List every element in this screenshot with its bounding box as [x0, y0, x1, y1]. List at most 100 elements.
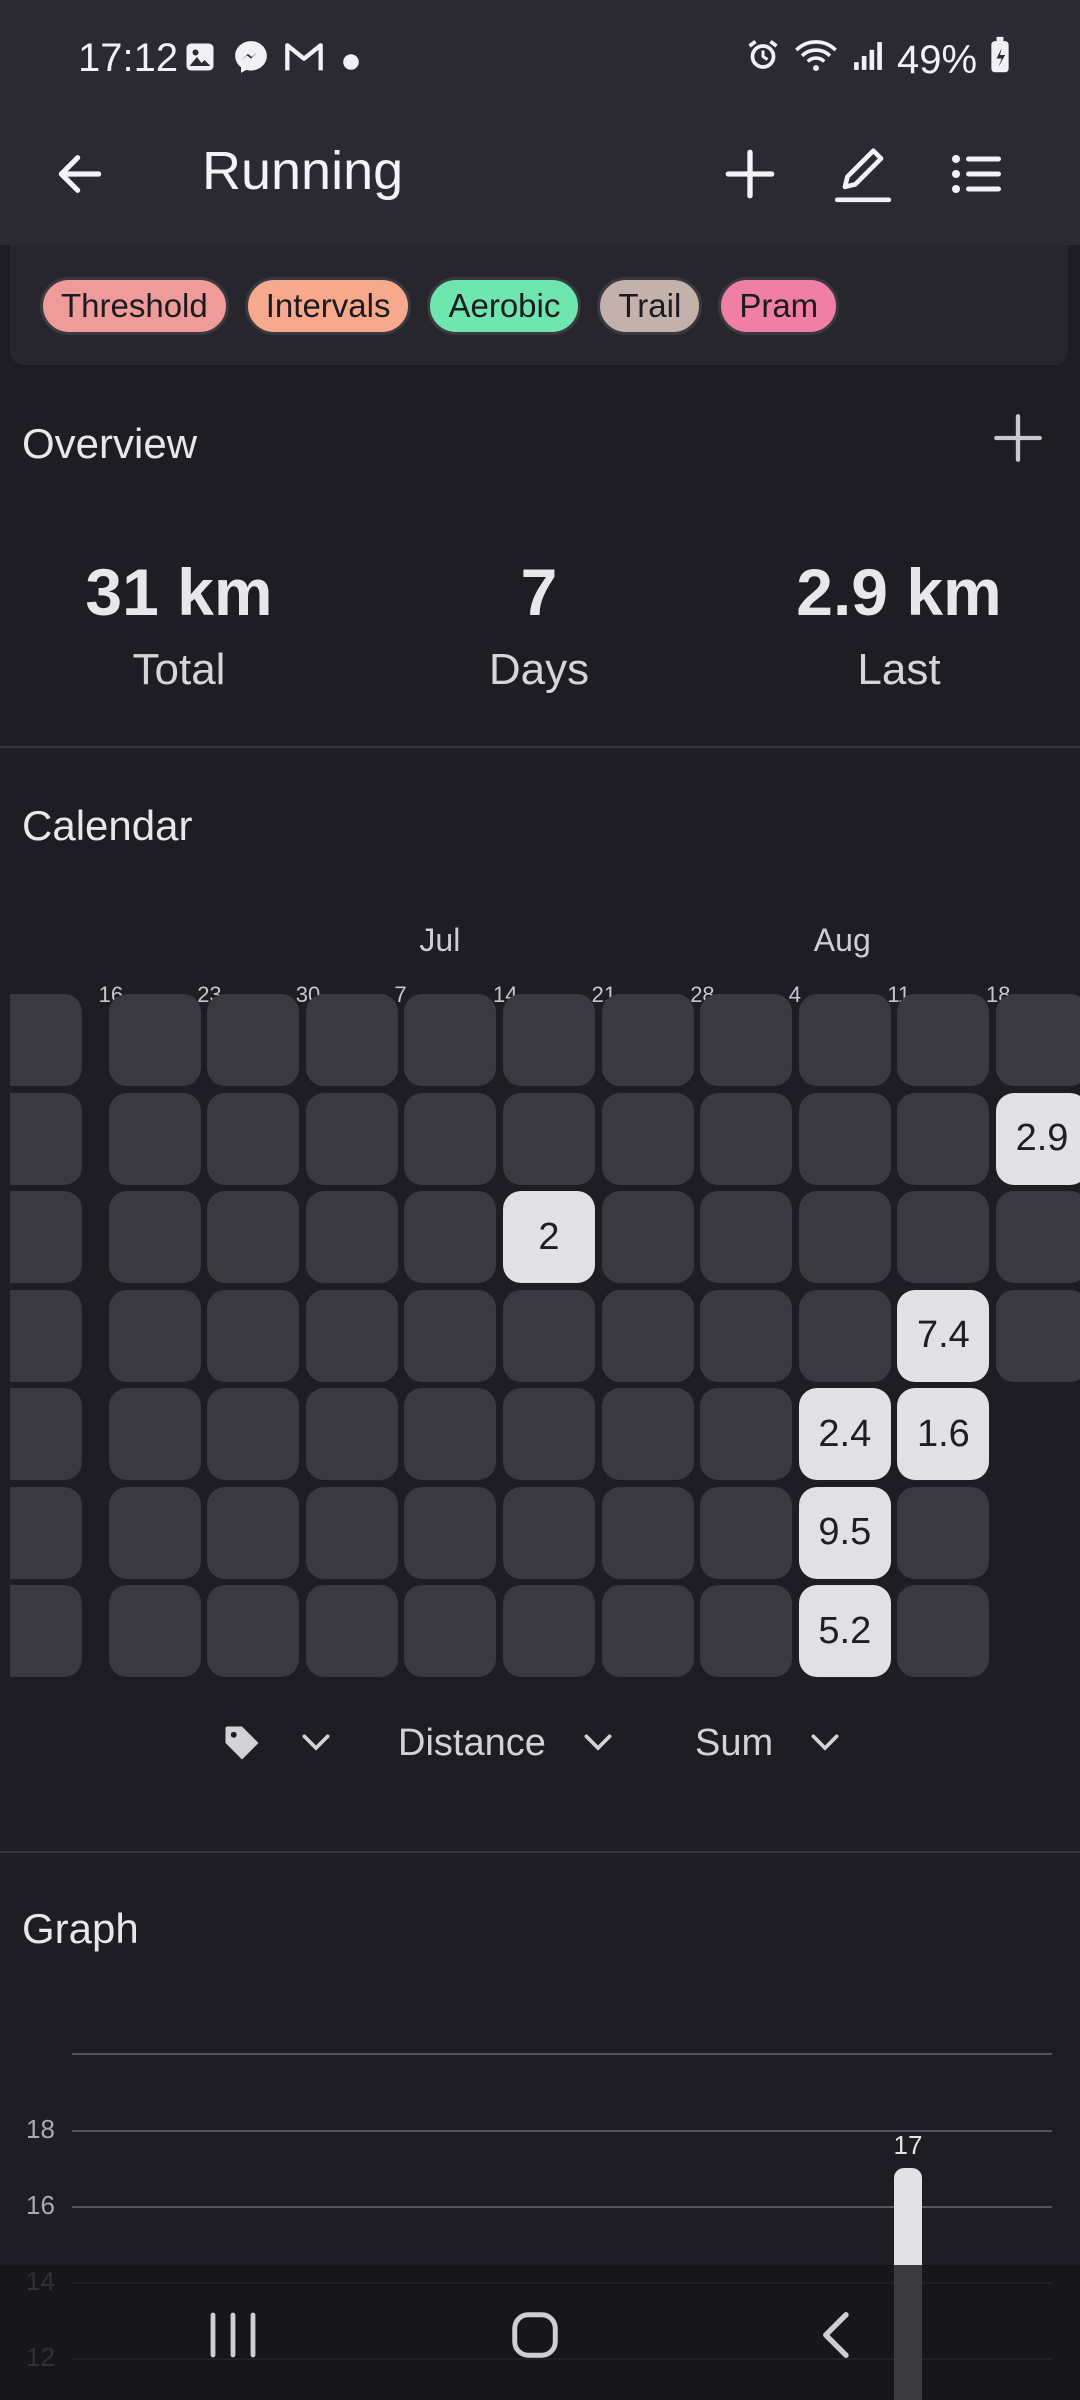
- list-icon: [952, 155, 1001, 193]
- calendar-day-cell[interactable]: [700, 1092, 793, 1185]
- calendar-day-cell[interactable]: [108, 1585, 201, 1677]
- calendar-day-cell[interactable]: [10, 1289, 82, 1382]
- calendar-day-cell[interactable]: [207, 1585, 300, 1677]
- calendar-day-cell[interactable]: [305, 994, 398, 1086]
- calendar-day-cell[interactable]: [207, 994, 300, 1086]
- calendar-day-cell[interactable]: [601, 994, 694, 1086]
- calendar-day-cell[interactable]: [601, 1092, 694, 1185]
- calendar-day-cell[interactable]: 2.4: [798, 1388, 891, 1480]
- calendar-day-cell[interactable]: [503, 1092, 595, 1185]
- calendar-day-cell[interactable]: 9.5: [798, 1486, 891, 1579]
- calendar-day-cell[interactable]: [897, 1486, 990, 1579]
- calendar-day-cell[interactable]: [108, 1092, 201, 1185]
- calendar-day-cell[interactable]: [10, 1486, 82, 1579]
- add-button[interactable]: [710, 134, 790, 214]
- calendar-day-cell[interactable]: 1.6: [897, 1388, 990, 1480]
- calendar-day-cell[interactable]: [996, 994, 1080, 1086]
- tag-chip[interactable]: Threshold: [40, 277, 229, 335]
- calendar-day-cell[interactable]: [108, 1486, 201, 1579]
- calendar-day-cell[interactable]: [601, 1289, 694, 1382]
- stat-last: 2.9 km Last: [749, 555, 1049, 695]
- calendar-day-cell[interactable]: [305, 1092, 398, 1185]
- calendar-day-cell[interactable]: [503, 1585, 595, 1677]
- tag-filter-dropdown[interactable]: [220, 1715, 336, 1771]
- add-overview-button[interactable]: [978, 398, 1058, 478]
- calendar-day-cell[interactable]: [503, 1289, 595, 1382]
- metric-dropdown[interactable]: Distance: [398, 1715, 618, 1771]
- home-button[interactable]: [480, 2295, 590, 2375]
- calendar-day-cell[interactable]: [108, 994, 201, 1086]
- calendar-day-cell[interactable]: [10, 1585, 82, 1677]
- calendar-day-cell[interactable]: [207, 1092, 300, 1185]
- calendar-day-cell[interactable]: [207, 1486, 300, 1579]
- aggregate-dropdown[interactable]: Sum: [695, 1715, 845, 1771]
- calendar-day-cell[interactable]: [10, 994, 82, 1086]
- calendar-day-cell[interactable]: [700, 1191, 793, 1283]
- tag-chip[interactable]: Aerobic: [427, 277, 582, 335]
- signal-icon: [851, 38, 885, 83]
- calendar-day-cell[interactable]: [404, 1388, 497, 1480]
- calendar-day-cell[interactable]: [897, 1092, 990, 1185]
- add-icon: [725, 149, 775, 199]
- calendar-day-cell[interactable]: [798, 1092, 891, 1185]
- calendar-day-cell[interactable]: [700, 1388, 793, 1480]
- edit-button[interactable]: [823, 134, 903, 214]
- stat-days-label: Days: [488, 645, 590, 694]
- calendar-day-cell[interactable]: [305, 1585, 398, 1677]
- calendar-day-cell[interactable]: [601, 1191, 694, 1283]
- calendar-day-cell[interactable]: 2: [503, 1191, 595, 1283]
- calendar-day-cell[interactable]: [305, 1486, 398, 1579]
- back-button[interactable]: [40, 134, 120, 214]
- aggregate-dropdown-label: Sum: [695, 1721, 774, 1764]
- calendar-day-cell[interactable]: [601, 1585, 694, 1677]
- calendar-day-cell[interactable]: [404, 994, 497, 1086]
- calendar-day-cell[interactable]: [207, 1388, 300, 1480]
- calendar-day-cell[interactable]: [404, 1092, 497, 1185]
- calendar-day-cell[interactable]: [305, 1289, 398, 1382]
- calendar-day-cell[interactable]: [404, 1486, 497, 1579]
- calendar-day-cell[interactable]: [207, 1191, 300, 1283]
- calendar-day-cell[interactable]: [503, 1388, 595, 1480]
- calendar-day-cell[interactable]: [108, 1289, 201, 1382]
- recent-apps-button[interactable]: [178, 2295, 288, 2375]
- calendar-day-cell[interactable]: [305, 1191, 398, 1283]
- calendar-day-cell[interactable]: [10, 1092, 82, 1185]
- stat-last-label: Last: [857, 645, 941, 694]
- calendar-day-cell[interactable]: 2.9: [996, 1092, 1080, 1185]
- tag-chip[interactable]: Intervals: [244, 277, 412, 335]
- calendar-day-cell[interactable]: [700, 1289, 793, 1382]
- calendar-day-cell[interactable]: [798, 1191, 891, 1283]
- recent-apps-icon: [210, 2312, 256, 2358]
- calendar-day-cell[interactable]: [10, 1388, 82, 1480]
- calendar-day-cell[interactable]: [798, 1289, 891, 1382]
- calendar-day-cell[interactable]: [601, 1486, 694, 1579]
- calendar-day-cell[interactable]: [601, 1388, 694, 1480]
- calendar-day-cell[interactable]: [897, 1585, 990, 1677]
- calendar-day-cell[interactable]: [503, 994, 595, 1086]
- calendar-day-cell[interactable]: [207, 1289, 300, 1382]
- calendar-day-cell[interactable]: 7.4: [897, 1289, 990, 1382]
- calendar-day-cell[interactable]: [108, 1388, 201, 1480]
- system-back-button[interactable]: [782, 2295, 892, 2375]
- calendar-day-cell[interactable]: [404, 1191, 497, 1283]
- calendar-day-cell[interactable]: [700, 1585, 793, 1677]
- tag-chip[interactable]: Pram: [718, 277, 840, 335]
- y-tick-label: 16: [26, 2190, 55, 2220]
- calendar-day-cell[interactable]: [404, 1289, 497, 1382]
- stat-days: 7 Days: [389, 555, 689, 695]
- calendar-day-cell[interactable]: [305, 1388, 398, 1480]
- calendar-day-cell[interactable]: [700, 1486, 793, 1579]
- calendar-day-cell[interactable]: [798, 994, 891, 1086]
- calendar-day-cell[interactable]: [700, 994, 793, 1086]
- calendar-day-cell[interactable]: 5.2: [798, 1585, 891, 1677]
- list-button[interactable]: [936, 134, 1016, 214]
- calendar-day-cell[interactable]: [108, 1191, 201, 1283]
- calendar-day-cell[interactable]: [897, 994, 990, 1086]
- calendar-day-cell[interactable]: [996, 1191, 1080, 1283]
- calendar-day-cell[interactable]: [404, 1585, 497, 1677]
- calendar-day-cell[interactable]: [897, 1191, 990, 1283]
- tag-chip[interactable]: Trail: [597, 277, 703, 335]
- calendar-day-cell[interactable]: [996, 1289, 1080, 1382]
- calendar-day-cell[interactable]: [503, 1486, 595, 1579]
- calendar-day-cell[interactable]: [10, 1191, 82, 1283]
